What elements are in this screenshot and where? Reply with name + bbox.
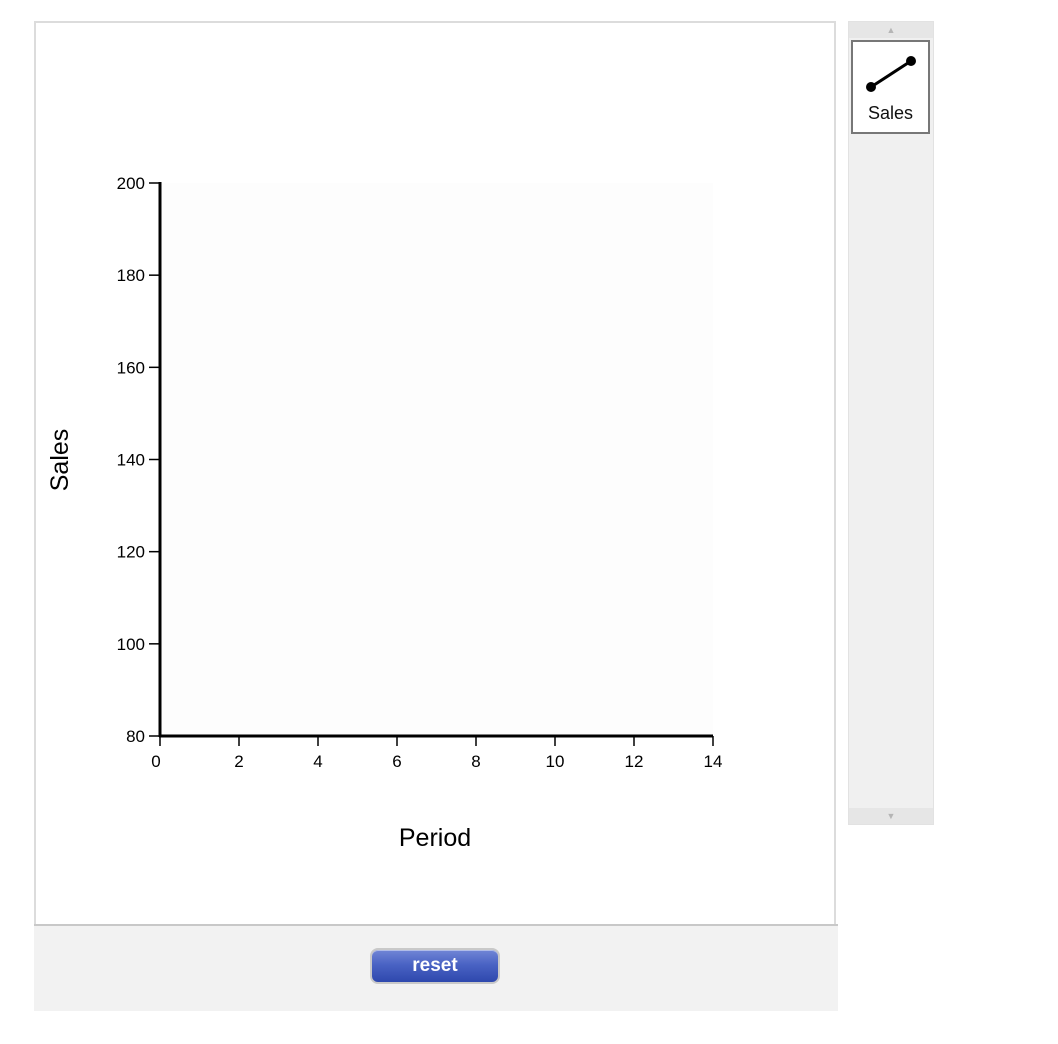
tool-palette: ▲ Sales ▼	[848, 21, 934, 825]
x-tick-label: 8	[471, 752, 480, 771]
x-tick-label: 4	[313, 752, 322, 771]
scroll-up-arrow-icon[interactable]: ▲	[849, 22, 933, 38]
reset-button[interactable]: reset	[370, 948, 500, 984]
y-tick-label: 180	[117, 266, 145, 285]
x-axis-label: Period	[399, 824, 471, 852]
sales-chart[interactable]: 80100120140160180200 0 2 4 6 8 10 12 14 Period …	[36, 23, 836, 926]
x-tick-label: 14	[704, 752, 723, 771]
x-tick-label: 2	[234, 752, 243, 771]
x-tick-label: 12	[625, 752, 644, 771]
x-tick-label: 0	[151, 752, 160, 771]
y-tick-label: 120	[117, 543, 145, 562]
line-segment-icon	[866, 56, 916, 92]
tool-sales-line[interactable]: Sales	[851, 40, 930, 134]
x-tick-label: 6	[392, 752, 401, 771]
x-axis-ticks: 0 2 4 6 8 10 12 14	[151, 736, 722, 771]
y-tick-label: 80	[126, 727, 145, 746]
y-tick-label: 160	[117, 358, 145, 377]
y-tick-label: 140	[117, 451, 145, 470]
y-tick-label: 200	[117, 174, 145, 193]
graph-area[interactable]: 80 100 120 140 160 180 200 0 2 4 6 8 10 12 14 Period …	[34, 21, 836, 924]
y-axis-ticks: 80 100 120 140 160 180 200	[117, 174, 160, 746]
y-tick-label: 100	[117, 635, 145, 654]
y-axis-label: Sales	[46, 429, 74, 492]
tool-label: Sales	[867, 103, 914, 123]
control-bar: reset	[34, 924, 838, 1011]
x-tick-label: 10	[546, 752, 565, 771]
scroll-down-arrow-icon[interactable]: ▼	[849, 808, 933, 824]
plot-area[interactable]	[162, 183, 713, 736]
